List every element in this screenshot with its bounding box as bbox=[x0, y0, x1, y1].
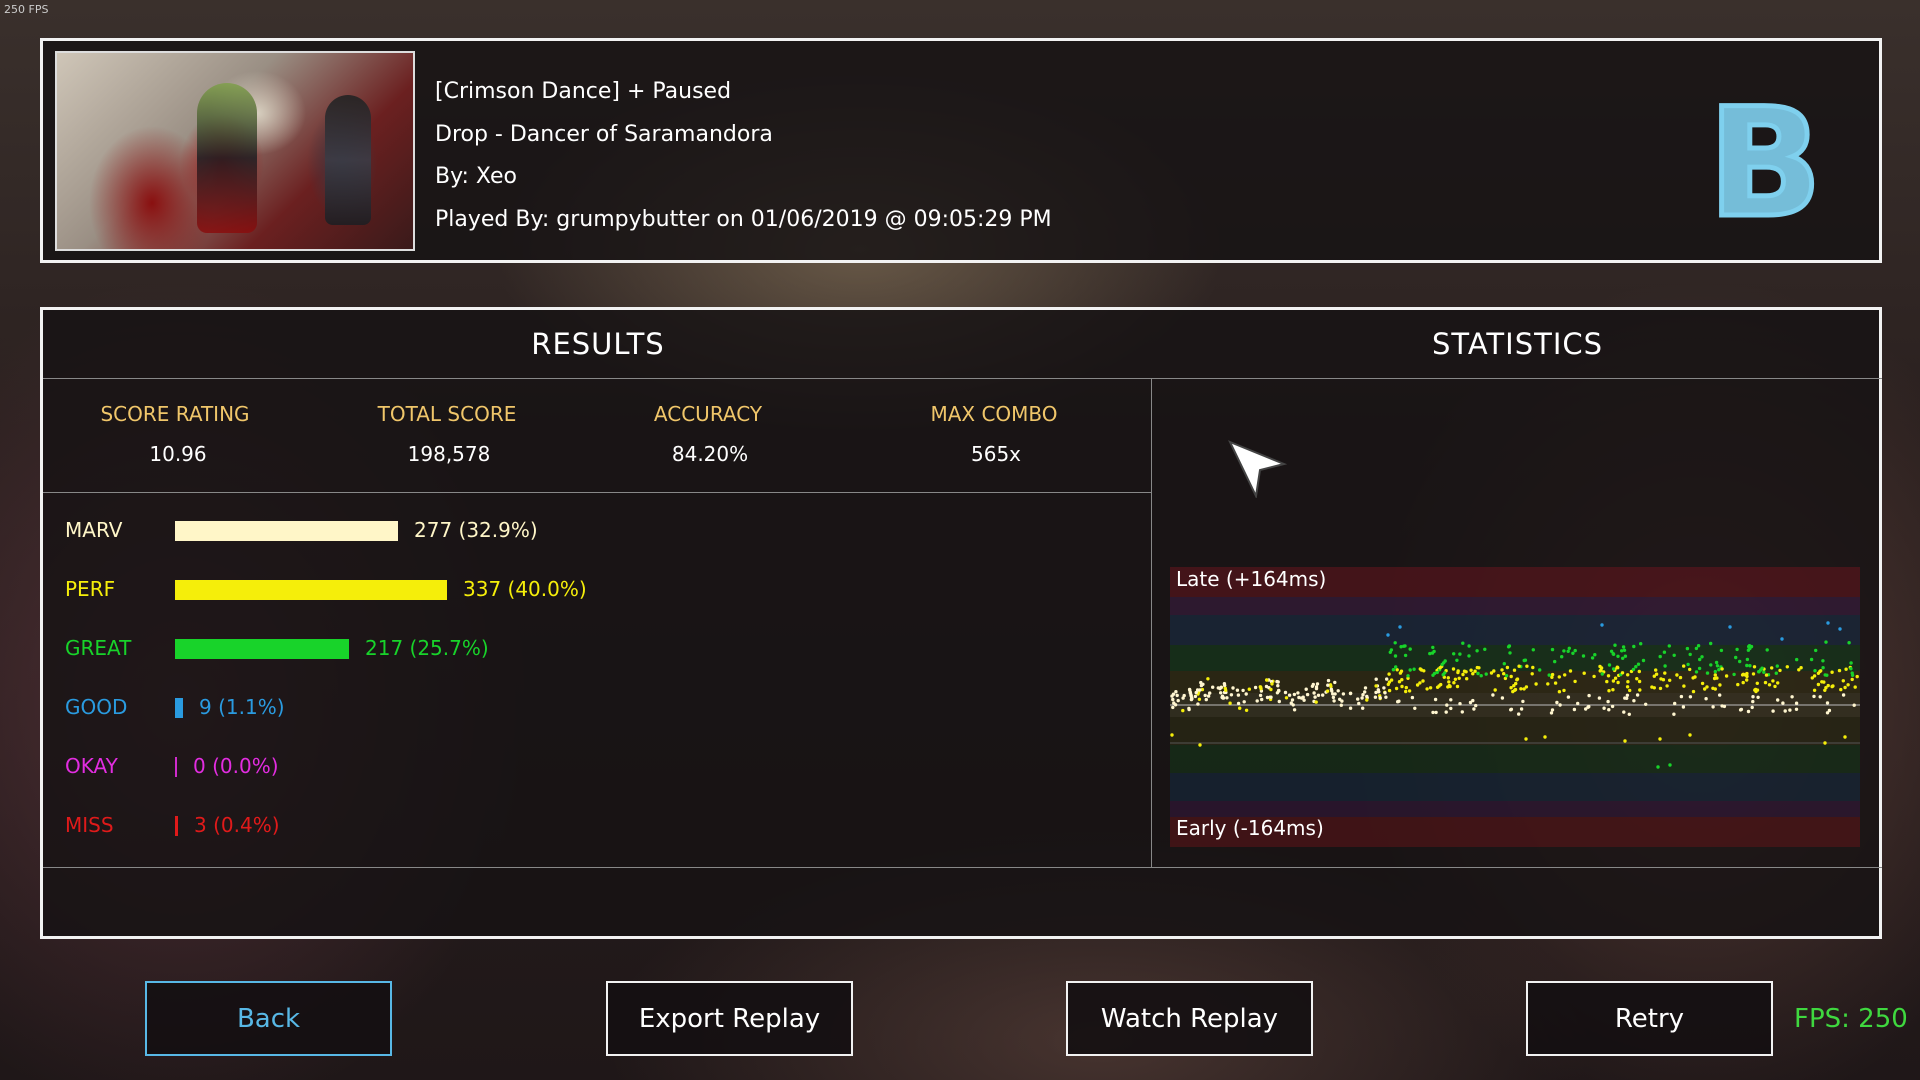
early-label: Early (-164ms) bbox=[1176, 816, 1324, 840]
total-score-label: TOTAL SCORE bbox=[377, 402, 517, 426]
footer-divider bbox=[43, 867, 1882, 868]
judgement-value: 217 (25.7%) bbox=[365, 636, 489, 660]
judgement-label: GOOD bbox=[65, 695, 128, 719]
fps-counter-small: 250 FPS bbox=[4, 3, 49, 16]
hit-timing-graph: Late (+164ms) Early (-164ms) bbox=[1170, 567, 1860, 847]
map-title: [Crimson Dance] + Paused bbox=[435, 79, 732, 104]
max-combo-label: MAX COMBO bbox=[930, 402, 1058, 426]
mouse-cursor-icon bbox=[1228, 440, 1288, 498]
judgement-bar bbox=[175, 580, 447, 600]
stats-divider bbox=[43, 492, 1151, 493]
watch-replay-button[interactable]: Watch Replay bbox=[1066, 981, 1313, 1056]
accuracy-value: 84.20% bbox=[671, 442, 749, 466]
back-button[interactable]: Back bbox=[145, 981, 392, 1056]
score-rating-value: 10.96 bbox=[149, 442, 207, 466]
judgement-label: GREAT bbox=[65, 636, 132, 660]
fps-counter: FPS: 250 bbox=[1794, 1004, 1908, 1034]
judgement-bar bbox=[175, 757, 177, 777]
judgement-value: 3 (0.4%) bbox=[194, 813, 280, 837]
retry-button[interactable]: Retry bbox=[1526, 981, 1773, 1056]
song-name: Drop - Dancer of Saramandora bbox=[435, 121, 773, 147]
judgement-value: 337 (40.0%) bbox=[463, 577, 587, 601]
map-creator: By: Xeo bbox=[435, 164, 517, 189]
max-combo-value: 565x bbox=[970, 442, 1022, 466]
results-heading: RESULTS bbox=[531, 327, 665, 361]
judgement-label: MARV bbox=[65, 518, 123, 542]
grade-letter-fill: B bbox=[1708, 93, 1822, 233]
judgement-bar bbox=[175, 816, 178, 836]
song-header-panel: [Crimson Dance] + Paused Drop - Dancer o… bbox=[40, 38, 1882, 263]
song-cover-art bbox=[55, 51, 415, 251]
accuracy-label: ACCURACY bbox=[653, 402, 763, 426]
score-rating-label: SCORE RATING bbox=[100, 402, 250, 426]
judgement-label: MISS bbox=[65, 813, 114, 837]
heading-divider bbox=[43, 378, 1882, 379]
judgement-value: 9 (1.1%) bbox=[199, 695, 285, 719]
judgement-label: PERF bbox=[65, 577, 116, 601]
late-label: Late (+164ms) bbox=[1176, 567, 1327, 591]
grade-icon: B B bbox=[1705, 93, 1824, 233]
judgement-value: 0 (0.0%) bbox=[193, 754, 279, 778]
total-score-value: 198,578 bbox=[407, 442, 491, 466]
column-divider bbox=[1151, 378, 1152, 867]
export-replay-button[interactable]: Export Replay bbox=[606, 981, 853, 1056]
judgement-bar bbox=[175, 521, 398, 541]
judgement-bar bbox=[175, 698, 183, 718]
judgement-value: 277 (32.9%) bbox=[414, 518, 538, 542]
statistics-heading: STATISTICS bbox=[1431, 327, 1604, 361]
judgement-bar bbox=[175, 639, 349, 659]
judgement-label: OKAY bbox=[65, 754, 118, 778]
played-by-info: Played By: grumpybutter on 01/06/2019 @ … bbox=[435, 206, 1052, 232]
